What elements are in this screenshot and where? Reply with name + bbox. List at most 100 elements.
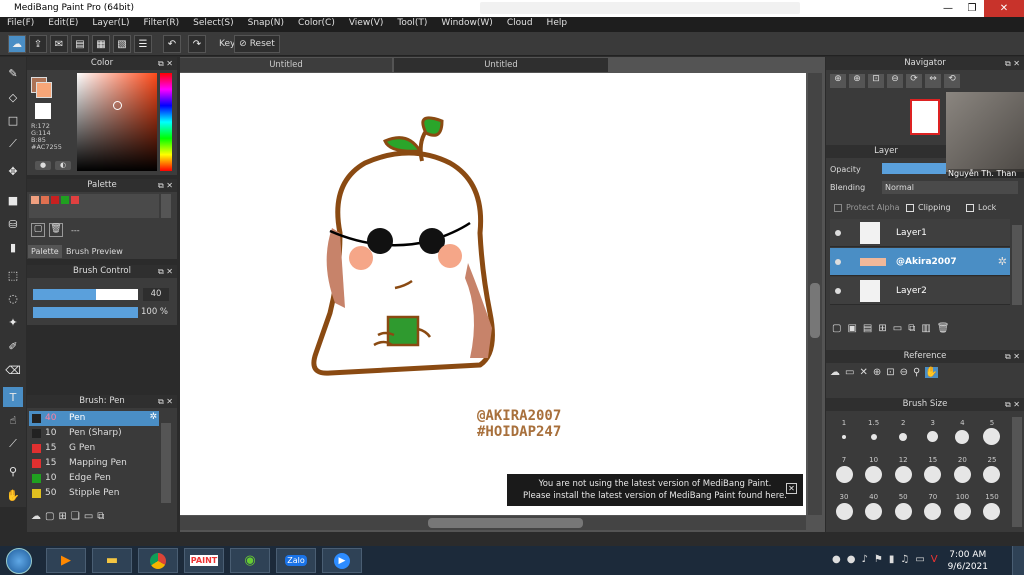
tab-brush-preview[interactable]: Brush Preview — [63, 245, 126, 258]
fit-icon[interactable]: ⊡ — [886, 367, 894, 378]
brush-size-cell[interactable]: 100 — [948, 493, 976, 520]
lasso-tool-icon[interactable]: ◌ — [3, 288, 23, 308]
divide-tool-icon[interactable]: ⟋ — [3, 434, 23, 454]
brush-item-pen[interactable]: 40 Pen ✲ — [29, 411, 159, 426]
menu-tool[interactable]: Tool(T) — [390, 17, 434, 32]
brush-opacity-slider[interactable] — [33, 307, 138, 318]
list-icon[interactable]: ☰ — [134, 35, 152, 53]
delete-layer-icon[interactable]: 🗑 — [937, 323, 950, 334]
menu-select[interactable]: Select(S) — [186, 17, 241, 32]
document-icon[interactable]: ▦ — [92, 35, 110, 53]
brush-size-cell[interactable]: 30 — [830, 493, 858, 520]
minimize-icon[interactable]: — — [936, 0, 960, 17]
drawing-canvas[interactable]: @AKIRA2007 #HOIDAP247 — [180, 73, 806, 515]
media-player-icon[interactable]: ▶ — [46, 548, 86, 573]
brush-size-cell[interactable]: 20 — [948, 456, 976, 483]
brush-size-cell[interactable]: 3 — [919, 419, 947, 445]
zoom-out-icon[interactable]: ⊖ — [887, 74, 903, 88]
layer-row-akira2007[interactable]: @Akira2007 ✲ — [830, 248, 1010, 276]
flag-icon[interactable]: ⚑ — [874, 554, 883, 565]
panel-close-icon[interactable]: ⧉ ✕ — [1005, 57, 1020, 70]
palette-swatch[interactable] — [41, 196, 49, 204]
brush-size-value[interactable]: 40 — [143, 288, 169, 301]
brush-size-cell[interactable]: 40 — [860, 493, 888, 520]
new-halftone-layer-icon[interactable]: ▤ — [863, 323, 872, 334]
protect-alpha-checkbox[interactable]: Protect Alpha — [834, 203, 900, 212]
menu-layer[interactable]: Layer(L) — [85, 17, 136, 32]
layer-row-layer1[interactable]: Layer1 — [830, 219, 1010, 247]
tab-document-1[interactable]: Untitled — [180, 58, 392, 72]
transparent-swatch[interactable] — [35, 103, 51, 119]
fit-icon[interactable]: ⊡ — [868, 74, 884, 88]
palette-swatch[interactable] — [71, 196, 79, 204]
brush-size-cell[interactable]: 50 — [889, 493, 917, 520]
eye-icon[interactable] — [835, 259, 841, 265]
close-icon[interactable]: ✕ — [859, 367, 867, 378]
eye-icon[interactable] — [835, 230, 841, 236]
duplicate-layer-icon[interactable]: ⧉ — [908, 323, 915, 334]
zoom-in-icon[interactable]: ⊕ — [830, 74, 846, 88]
menu-snap[interactable]: Snap(N) — [241, 17, 291, 32]
taskbar-clock[interactable]: 7:00 AM 9/6/2021 — [948, 549, 988, 573]
menu-cloud[interactable]: Cloud — [500, 17, 540, 32]
eye-icon[interactable] — [835, 288, 841, 294]
fill-rect-tool-icon[interactable]: ■ — [3, 190, 23, 210]
menu-edit[interactable]: Edit(E) — [41, 17, 85, 32]
brush-size-cell[interactable]: 70 — [919, 493, 947, 520]
menu-file[interactable]: File(F) — [0, 17, 41, 32]
background-color-swatch[interactable] — [36, 82, 52, 98]
menu-view[interactable]: View(V) — [342, 17, 391, 32]
new-layer-icon[interactable]: ▢ — [832, 323, 841, 334]
tab-document-2[interactable]: Untitled — [394, 58, 608, 72]
redo-icon[interactable]: ↷ — [188, 35, 206, 53]
zoom-icon[interactable]: ▶ — [322, 548, 362, 573]
delete-palette-icon[interactable]: 🗑 — [49, 223, 63, 237]
comment-icon[interactable]: ✉ — [50, 35, 68, 53]
graphic-tool-icon[interactable]: ⟋ — [3, 134, 23, 154]
cloud-icon[interactable]: ☁ — [830, 367, 840, 378]
select-eraser-tool-icon[interactable]: ⌫ — [3, 360, 23, 380]
medibang-taskbar-icon[interactable]: PAINT — [184, 548, 224, 573]
duplicate-icon[interactable]: ⧉ — [97, 511, 104, 522]
tab-palette[interactable]: Palette — [28, 245, 62, 258]
close-icon[interactable]: ✕ — [786, 483, 797, 494]
panel-close-icon[interactable]: ⧉ ✕ — [1005, 350, 1020, 363]
antivirus-icon[interactable]: V — [931, 554, 938, 565]
brush-item-stipple-pen[interactable]: 50 Stipple Pen — [29, 486, 159, 501]
palette-swatch[interactable] — [31, 196, 39, 204]
vertical-scroll-thumb[interactable] — [810, 283, 820, 338]
brush-size-cell[interactable]: 1.5 — [860, 419, 888, 445]
layer-row-layer2[interactable]: Layer2 — [830, 277, 1010, 305]
lock-checkbox[interactable]: Lock — [966, 203, 996, 212]
zoom-in-2-icon[interactable]: ⊕ — [849, 74, 865, 88]
folder-icon[interactable]: ▭ — [84, 511, 93, 522]
zalo-tray-icon[interactable]: ● — [847, 554, 856, 565]
brush-item-pen-sharp[interactable]: 10 Pen (Sharp) — [29, 426, 159, 441]
new-palette-icon[interactable]: ▢ — [31, 223, 45, 237]
blending-select[interactable]: Normal — [882, 181, 1018, 194]
share-icon[interactable]: ⇪ — [29, 35, 47, 53]
operation-tool-icon[interactable]: ☝ — [3, 410, 23, 430]
speaker-icon[interactable]: ♫ — [900, 554, 909, 565]
color-swap-icon[interactable]: ◐ — [55, 161, 71, 170]
layer-opacity-slider[interactable] — [882, 163, 946, 174]
rotate-left-icon[interactable]: ⟲ — [944, 74, 960, 88]
color-mode-icon[interactable]: ● — [35, 161, 51, 170]
bucket-tool-icon[interactable]: ⛁ — [3, 214, 23, 234]
panel-close-icon[interactable]: ⧉ ✕ — [158, 395, 173, 408]
brush-size-cell[interactable]: 12 — [889, 456, 917, 483]
brush-size-cell[interactable]: 7 — [830, 456, 858, 483]
brush-size-cell[interactable]: 150 — [978, 493, 1006, 520]
panel-close-icon[interactable]: ⧉ ✕ — [158, 265, 173, 278]
saturation-value-picker[interactable] — [77, 73, 157, 171]
palette-swatch[interactable] — [51, 196, 59, 204]
add-brush-icon[interactable]: ⊞ — [58, 511, 66, 522]
menu-window[interactable]: Window(W) — [434, 17, 499, 32]
cloud-brush-icon[interactable]: ☁ — [31, 511, 41, 522]
chrome-icon[interactable] — [138, 548, 178, 573]
move-tool-icon[interactable]: ✥ — [3, 161, 23, 181]
brush-item-g-pen[interactable]: 15 G Pen — [29, 441, 159, 456]
message-icon[interactable]: ▤ — [71, 35, 89, 53]
dot-tool-icon[interactable]: □ — [3, 110, 23, 130]
close-icon[interactable]: ✕ — [984, 0, 1024, 17]
